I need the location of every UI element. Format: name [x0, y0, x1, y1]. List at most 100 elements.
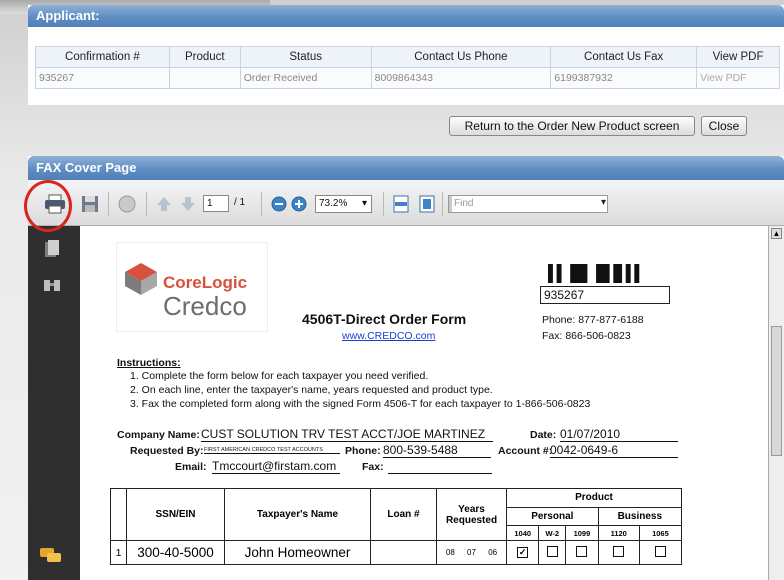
logo-core-text: CoreLogic [163, 273, 248, 292]
phone-label: Phone: [345, 445, 381, 457]
view-pdf-link[interactable]: View PDF [696, 67, 780, 89]
col-product: Product [168, 46, 241, 68]
zoom-select[interactable]: 73.2% ▾ [315, 195, 372, 213]
fit-width-icon[interactable] [391, 194, 413, 214]
requested-by-value: FIRST AMERICAN CREDCO TEST ACCOUNTS [204, 447, 340, 454]
checkbox-1099[interactable] [565, 540, 599, 565]
instruction-2: 2. On each line, enter the taxpayer's na… [130, 384, 493, 396]
cell-product [168, 67, 241, 89]
print-highlight-circle [24, 180, 72, 232]
col-phone: Contact Us Phone [370, 46, 552, 68]
col-fax: Contact Us Fax [550, 46, 698, 68]
row-name: John Homeowner [224, 540, 371, 565]
date-label: Date: [530, 429, 557, 441]
corelogic-logo: CoreLogic Credco [116, 242, 268, 332]
checkbox-box [654, 545, 666, 557]
email-value: Tmccourt@firstam.com [212, 459, 340, 474]
requested-by-label: Requested By: [130, 445, 204, 457]
return-to-order-button[interactable]: Return to the Order New Product screen [449, 116, 695, 136]
year-1: 08 [445, 548, 455, 557]
contact-fax: Fax: 866-506-0823 [542, 330, 631, 342]
toolbar-separator [146, 192, 147, 216]
cell-status: Order Received [239, 67, 372, 89]
toolbar-separator [442, 192, 443, 216]
zoom-out-icon[interactable] [269, 194, 291, 214]
find-input[interactable]: Find [448, 195, 608, 213]
page-down-icon[interactable] [178, 194, 200, 214]
company-label: Company Name: [117, 429, 200, 441]
fit-page-icon[interactable] [417, 194, 439, 214]
form-1040-header: 1040 [505, 525, 540, 541]
email-label: Email: [175, 461, 207, 473]
row-years: 08 07 06 [436, 540, 507, 565]
col-confirmation: Confirmation # [35, 46, 170, 68]
col-view-pdf: View PDF [696, 46, 780, 68]
find-chevron-down-icon[interactable]: ▾ [601, 197, 606, 208]
logo-credco-text: Credco [163, 291, 247, 321]
scroll-thumb[interactable] [771, 326, 782, 456]
instruction-1: 1. Complete the form below for each taxp… [130, 370, 429, 382]
checkbox-w2[interactable] [538, 540, 567, 565]
table-header-row: SSN/EIN Taxpayer's Name Loan # Years Req… [110, 488, 682, 541]
fax-value [388, 459, 492, 474]
contact-phone: Phone: 877-877-6188 [542, 314, 644, 326]
pdf-toolbar: 1 / 1 73.2% ▾ Find ▾ [28, 180, 784, 226]
check-icon: ✓ [517, 547, 529, 558]
save-icon[interactable] [80, 194, 102, 214]
checkbox-1120[interactable] [597, 540, 640, 565]
comments-icon[interactable] [40, 548, 62, 564]
viewer-sidebar [28, 226, 80, 580]
credco-link[interactable]: www.CREDCO.com [342, 330, 435, 342]
table-header-row: Confirmation # Product Status Contact Us… [35, 46, 780, 68]
cell-confirmation: 935267 [35, 67, 170, 89]
toolbar-separator [108, 192, 109, 216]
name-header: Taxpayer's Name [224, 488, 371, 541]
binoculars-icon[interactable] [43, 278, 61, 292]
row-number-header [110, 488, 127, 541]
checkbox-box [613, 545, 625, 557]
page-number-input[interactable]: 1 [203, 195, 229, 212]
vertical-scrollbar[interactable]: ▲ [768, 226, 784, 580]
row-loan [370, 540, 437, 565]
sign-icon[interactable] [116, 194, 138, 214]
checkbox-1065[interactable] [638, 540, 683, 565]
phone-value: 800-539-5488 [383, 443, 491, 458]
find-placeholder: Find [454, 198, 474, 209]
toolbar-separator [383, 192, 384, 216]
fax-label: Fax: [362, 461, 384, 473]
checkbox-1040[interactable]: ✓ [505, 540, 540, 565]
business-header: Business [597, 506, 683, 527]
company-value: CUST SOLUTION TRV TEST ACCT/JOE MARTINEZ [201, 427, 493, 442]
account-label: Account #: [498, 445, 553, 457]
taxpayer-table: SSN/EIN Taxpayer's Name Loan # Years Req… [110, 488, 683, 565]
fax-header: FAX Cover Page [28, 156, 784, 180]
close-button[interactable]: Close [701, 116, 747, 136]
scroll-up-button[interactable]: ▲ [771, 228, 782, 239]
page-up-icon[interactable] [154, 194, 176, 214]
date-value: 01/07/2010 [560, 427, 678, 442]
year-2: 07 [467, 548, 476, 557]
confirmation-box: 935267 [540, 286, 670, 304]
applicant-header: Applicant: [28, 5, 784, 27]
table-row: 1 300-40-5000 John Homeowner 08 07 06 ✓ [110, 540, 683, 565]
years-header: Years Requested [436, 488, 507, 541]
page-total: / 1 [234, 197, 246, 208]
form-title: 4506T-Direct Order Form [302, 311, 467, 327]
chevron-down-icon: ▾ [361, 198, 367, 209]
barcode: ▌▌▐█▌▐█▐▌▌▌ [548, 264, 644, 283]
year-3: 06 [488, 548, 498, 557]
form-1099-header: 1099 [565, 525, 599, 541]
zoom-value: 73.2% [319, 198, 348, 209]
pdf-viewer: 1 / 1 73.2% ▾ Find ▾ ▲ CoreLogic Credco … [28, 180, 784, 580]
form-1120-header: 1120 [597, 525, 640, 541]
col-status: Status [239, 46, 372, 68]
product-header: Product [506, 488, 682, 508]
row-ssn: 300-40-5000 [126, 540, 225, 565]
find-grip [449, 196, 452, 212]
pages-icon[interactable] [45, 240, 59, 258]
toolbar-separator [261, 192, 262, 216]
zoom-in-icon[interactable] [289, 194, 311, 214]
applicant-table: Confirmation # Product Status Contact Us… [35, 46, 780, 89]
pdf-page: CoreLogic Credco ▌▌▐█▌▐█▐▌▌▌ 935267 4506… [80, 226, 768, 580]
loan-header: Loan # [370, 488, 437, 541]
